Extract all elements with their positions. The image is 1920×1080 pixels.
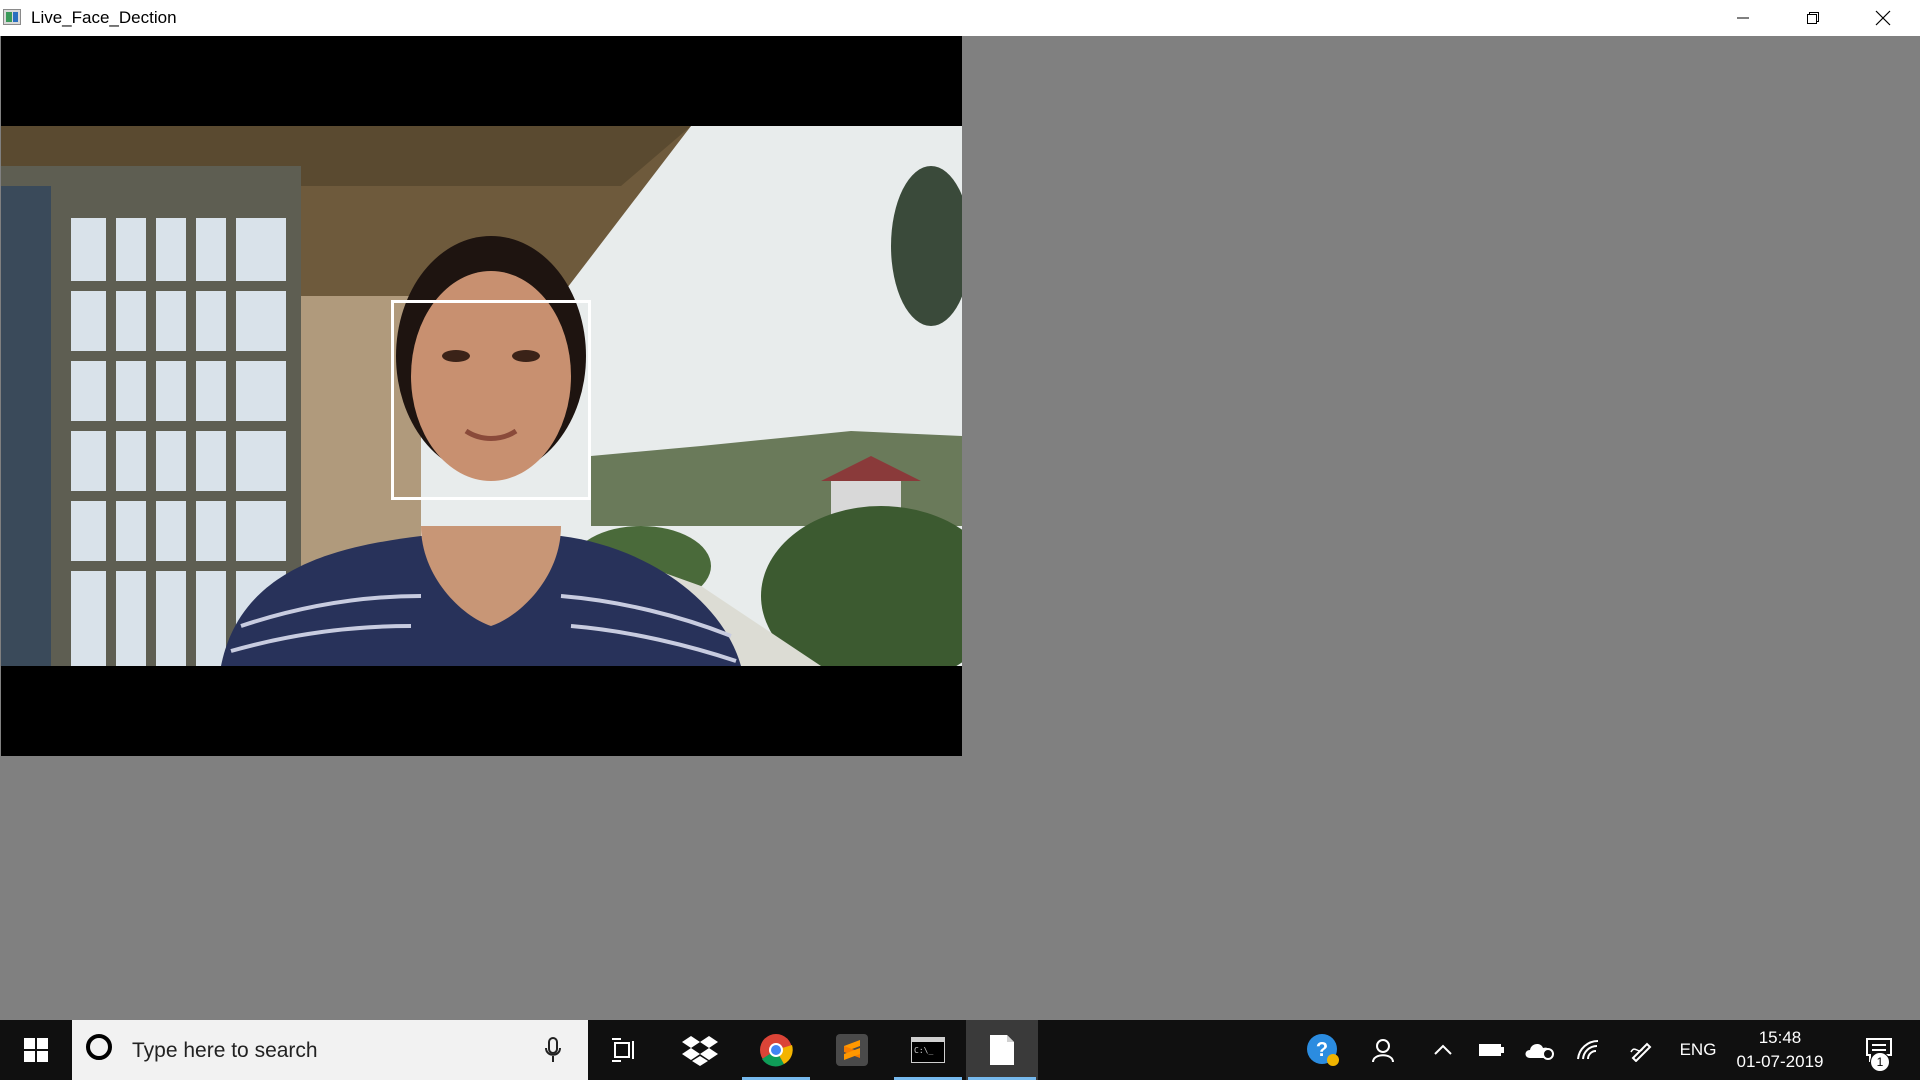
face-detection-box — [391, 300, 591, 500]
taskbar: Type here to search C:\_ ? ENG 15:48 01-… — [0, 1020, 1920, 1080]
language-text: ENG — [1679, 1040, 1717, 1059]
pen-ink-icon — [1630, 1042, 1652, 1062]
cmd-taskbar-button[interactable]: C:\_ — [892, 1020, 964, 1080]
start-button[interactable] — [0, 1020, 72, 1080]
minimize-icon — [1737, 17, 1749, 19]
taskbar-search-box[interactable]: Type here to search — [72, 1020, 588, 1080]
task-view-icon — [612, 1038, 634, 1062]
app-icon — [3, 9, 21, 25]
language-indicator[interactable]: ENG — [1670, 1020, 1726, 1080]
microphone-icon[interactable] — [544, 1036, 562, 1064]
people-tray-button[interactable] — [1360, 1020, 1406, 1080]
clock-time: 15:48 — [1758, 1028, 1802, 1047]
restore-button[interactable] — [1778, 0, 1848, 36]
sublime-text-icon — [836, 1034, 868, 1066]
video-frame — [1, 36, 962, 756]
help-icon: ? — [1307, 1034, 1339, 1066]
help-tray-button[interactable]: ? — [1300, 1020, 1346, 1080]
restore-icon — [1807, 12, 1819, 24]
onedrive-tray-button[interactable] — [1516, 1020, 1562, 1080]
clock-date: 01-07-2019 — [1736, 1052, 1824, 1071]
svg-text:?: ? — [1316, 1039, 1328, 1061]
show-hidden-icons-button[interactable] — [1420, 1020, 1466, 1080]
window-title: Live_Face_Dection — [31, 8, 177, 27]
window-client-area — [0, 36, 1920, 1020]
close-icon — [1875, 10, 1891, 26]
minimize-button[interactable] — [1708, 0, 1778, 36]
command-prompt-icon: C:\_ — [911, 1037, 945, 1063]
battery-icon — [1479, 1044, 1504, 1056]
wifi-tray-button[interactable] — [1566, 1020, 1612, 1080]
dropbox-icon — [682, 1036, 718, 1066]
notepad-taskbar-button[interactable] — [966, 1020, 1038, 1080]
close-button[interactable] — [1848, 0, 1918, 36]
windows-start-icon — [24, 1038, 48, 1062]
wifi-icon — [1577, 1039, 1599, 1060]
search-placeholder: Type here to search — [132, 1039, 318, 1062]
onedrive-icon — [1525, 1044, 1554, 1060]
cortana-icon[interactable] — [86, 1034, 112, 1060]
sublime-taskbar-button[interactable] — [816, 1020, 888, 1080]
battery-tray-button[interactable] — [1468, 1020, 1514, 1080]
svg-text:C:\_: C:\_ — [914, 1046, 933, 1055]
dropbox-taskbar-button[interactable] — [664, 1020, 736, 1080]
title-bar[interactable]: Live_Face_Dection — [0, 0, 1920, 37]
taskbar-clock[interactable]: 15:48 01-07-2019 — [1720, 1026, 1840, 1074]
chevron-up-icon — [1434, 1044, 1452, 1055]
people-icon — [1372, 1039, 1394, 1063]
chrome-taskbar-button[interactable] — [740, 1020, 812, 1080]
notepad-icon — [990, 1035, 1014, 1065]
pen-tray-button[interactable] — [1618, 1020, 1664, 1080]
task-view-button[interactable] — [588, 1020, 660, 1080]
chrome-icon — [760, 1034, 793, 1067]
notification-badge: 1 — [1870, 1052, 1890, 1072]
